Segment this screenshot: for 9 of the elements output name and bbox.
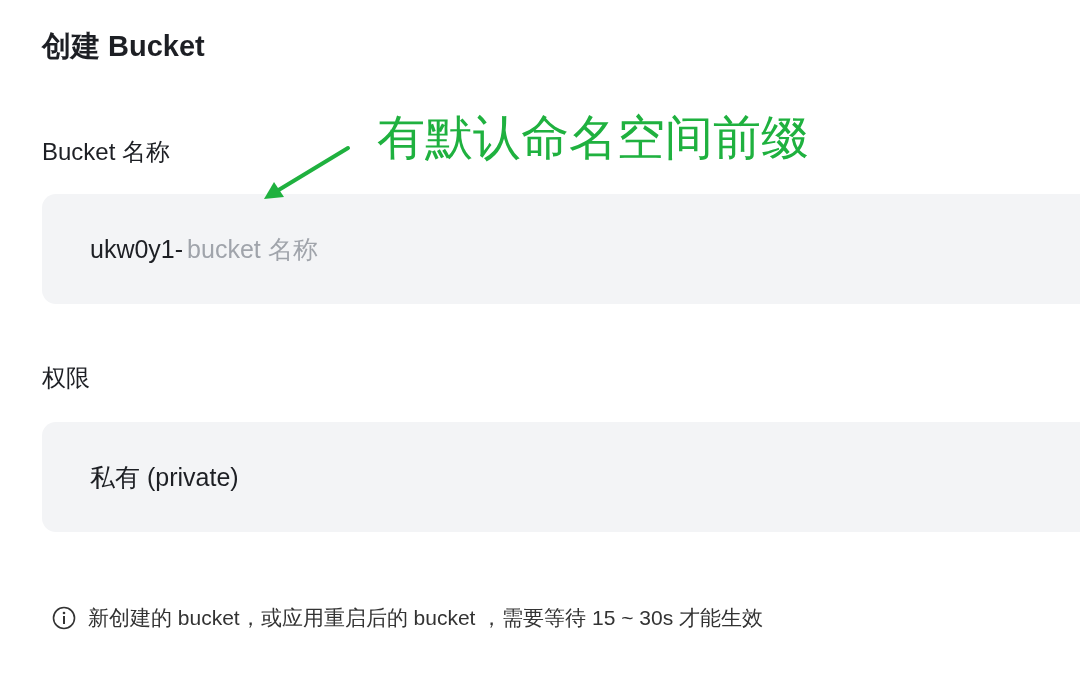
hint-text: 新创建的 bucket，或应用重启后的 bucket ，需要等待 15 ~ 30s 才能生效 — [88, 605, 764, 631]
annotation-text: 有默认命名空间前缀 — [377, 110, 809, 166]
input-field[interactable]: ukw0y1- bucket 名称 — [42, 194, 1080, 304]
field-label: Bucket 名称 — [42, 137, 171, 167]
page-title: 创建 Bucket — [42, 29, 206, 64]
info-icon — [52, 606, 76, 630]
field-label: 权限 — [42, 363, 90, 393]
name-input[interactable]: bucket 名称 — [183, 234, 588, 264]
select-field[interactable]: 私有 (private) — [42, 422, 1080, 532]
